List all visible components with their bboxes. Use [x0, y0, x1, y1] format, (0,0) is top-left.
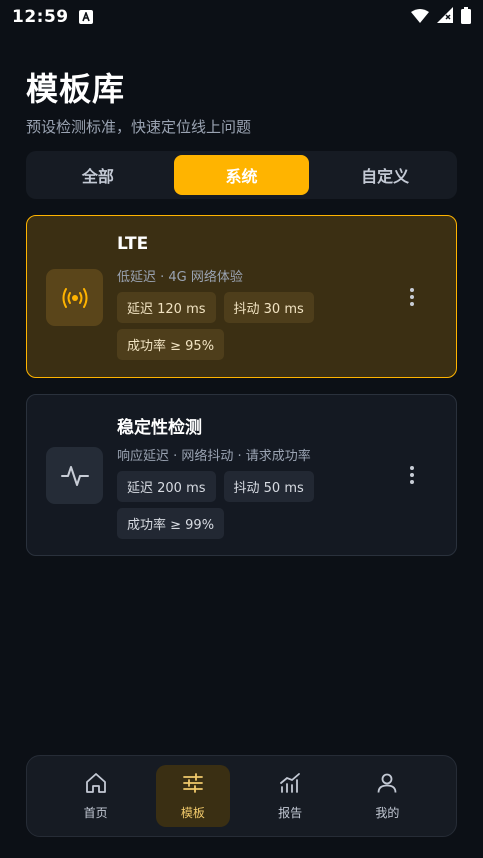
antenna-signal-icon	[46, 269, 103, 326]
template-card-stability[interactable]: 稳定性检测 响应延迟 · 网络抖动 · 请求成功率 延迟 200 ms 抖动 5…	[26, 394, 457, 556]
card-description: 低延迟 · 4G 网络体验	[117, 270, 243, 285]
nav-item-home[interactable]: 首页	[59, 765, 133, 827]
cellular-icon	[437, 7, 453, 27]
card-description: 响应延迟 · 网络抖动 · 请求成功率	[117, 449, 311, 464]
more-options-icon[interactable]	[402, 461, 422, 489]
card-tags: 延迟 120 ms 抖动 30 ms 成功率 ≥ 95%	[117, 292, 397, 360]
nav-label: 我的	[375, 806, 400, 820]
page-title: 模板库	[26, 70, 126, 108]
template-card-lte[interactable]: LTE 低延迟 · 4G 网络体验 延迟 120 ms 抖动 30 ms 成功率…	[26, 215, 457, 378]
status-bar: 12:59	[0, 0, 483, 34]
user-icon	[375, 771, 399, 799]
nav-item-profile[interactable]: 我的	[350, 765, 424, 827]
tag-latency: 延迟 200 ms	[117, 471, 216, 502]
tab-all[interactable]: 全部	[30, 155, 166, 195]
bottom-navigation: 首页 模板 报告 我的	[26, 755, 457, 837]
nav-item-templates[interactable]: 模板	[155, 765, 230, 827]
battery-icon	[461, 6, 471, 28]
nav-label: 模板	[180, 806, 205, 820]
tag-latency: 延迟 120 ms	[117, 292, 216, 323]
nav-label: 报告	[278, 806, 303, 820]
card-title: LTE	[117, 234, 149, 254]
tag-jitter: 抖动 30 ms	[223, 292, 314, 323]
sliders-icon	[181, 771, 205, 799]
bar-chart-icon	[278, 771, 302, 799]
page-subtitle: 预设检测标准，快速定位线上问题	[26, 118, 252, 136]
tag-success-rate: 成功率 ≥ 95%	[117, 329, 225, 360]
tag-success-rate: 成功率 ≥ 99%	[117, 508, 225, 539]
pulse-wave-icon	[46, 447, 103, 504]
card-title: 稳定性检测	[117, 418, 202, 438]
app-a-icon	[78, 10, 93, 24]
segmented-tabs: 全部 系统 自定义	[26, 151, 457, 199]
tab-custom[interactable]: 自定义	[317, 155, 453, 195]
wifi-icon	[411, 8, 429, 27]
tab-system[interactable]: 系统	[173, 155, 310, 195]
status-time: 12:59	[12, 7, 69, 27]
home-icon	[84, 771, 108, 799]
nav-item-reports[interactable]: 报告	[253, 765, 327, 827]
card-tags: 延迟 200 ms 抖动 50 ms 成功率 ≥ 99%	[117, 471, 397, 539]
nav-label: 首页	[83, 806, 108, 820]
tag-jitter: 抖动 50 ms	[223, 471, 314, 502]
more-options-icon[interactable]	[402, 283, 422, 311]
